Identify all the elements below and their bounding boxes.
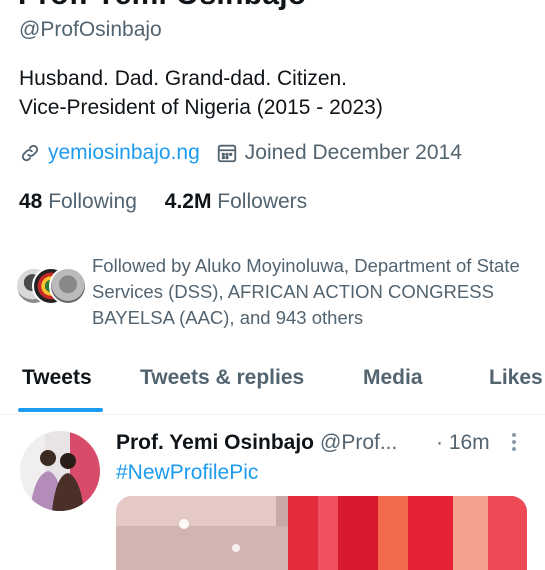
tweet-card[interactable]: Prof. Yemi Osinbajo @Prof... · 16m #NewP… bbox=[0, 416, 545, 570]
tweet-timestamp[interactable]: · 16m bbox=[436, 431, 490, 455]
website-link[interactable]: yemiosinbajo.ng bbox=[48, 141, 200, 165]
calendar-icon bbox=[216, 142, 238, 164]
follower-avatar bbox=[49, 267, 87, 305]
tweet-author-handle[interactable]: @Prof... bbox=[320, 431, 397, 455]
tweet-author-name[interactable]: Prof. Yemi Osinbajo bbox=[116, 431, 314, 455]
active-tab-indicator bbox=[18, 408, 103, 412]
tab-tweets[interactable]: Tweets bbox=[22, 366, 92, 390]
bio-line-2: Vice-President of Nigeria (2015 - 2023) bbox=[19, 96, 383, 119]
bio-line-1: Husband. Dad. Grand-dad. Citizen. bbox=[19, 67, 348, 90]
tab-media[interactable]: Media bbox=[363, 366, 423, 390]
profile-name: Prof. Yemi Osinbajo bbox=[18, 0, 307, 12]
followers-link[interactable]: 4.2M Followers bbox=[165, 190, 307, 213]
follower-avatars bbox=[15, 267, 87, 307]
profile-meta: yemiosinbajo.ng Joined December 2014 bbox=[19, 141, 462, 165]
tweet-hashtag[interactable]: #NewProfilePic bbox=[116, 461, 258, 485]
following-count: 48 bbox=[19, 190, 43, 213]
followed-by-text: Followed by Aluko Moyinoluwa, Department… bbox=[92, 255, 520, 328]
following-label: Following bbox=[48, 190, 137, 213]
more-dots-icon[interactable] bbox=[506, 430, 522, 454]
profile-stats: 48 Following 4.2M Followers bbox=[19, 190, 329, 214]
tweet-author-avatar[interactable] bbox=[20, 431, 100, 511]
followers-label: Followers bbox=[217, 190, 308, 213]
following-link[interactable]: 48 Following bbox=[19, 190, 137, 213]
followers-count: 4.2M bbox=[164, 190, 212, 213]
followed-by-section[interactable]: Followed by Aluko Moyinoluwa, Department… bbox=[15, 253, 522, 331]
tab-likes[interactable]: Likes bbox=[489, 366, 543, 390]
profile-tabs: Tweets Tweets & replies Media Likes bbox=[0, 360, 545, 415]
joined-date: Joined December 2014 bbox=[244, 141, 462, 164]
profile-handle: @ProfOsinbajo bbox=[19, 18, 162, 41]
tab-tweets-replies[interactable]: Tweets & replies bbox=[140, 366, 304, 390]
profile-bio: Husband. Dad. Grand-dad. Citizen. Vice-P… bbox=[19, 64, 383, 122]
link-icon bbox=[19, 142, 41, 164]
tweet-header: Prof. Yemi Osinbajo @Prof... bbox=[116, 431, 397, 455]
tweet-media-image[interactable] bbox=[116, 496, 527, 570]
